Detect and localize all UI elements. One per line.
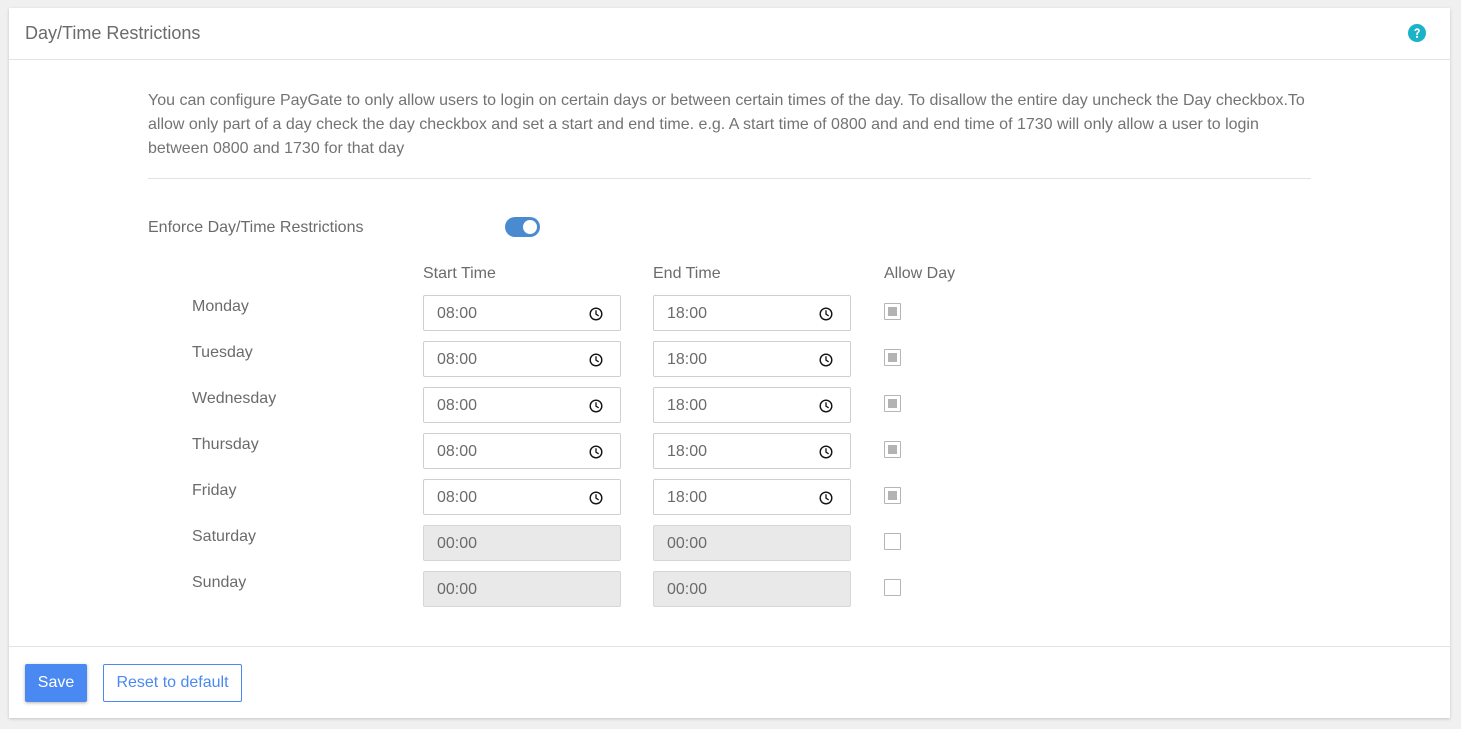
allow-day-checkbox-friday[interactable] <box>884 487 901 504</box>
end-time-value: 18:00 <box>667 443 708 460</box>
save-button[interactable]: Save <box>25 664 87 702</box>
end-time-input-sunday: 00:00 <box>653 571 851 607</box>
end-time-value: 00:00 <box>667 535 708 552</box>
start-time-value: 00:00 <box>437 535 478 552</box>
start-time-input-wednesday[interactable]: 08:00 <box>423 387 621 423</box>
end-time-value: 00:00 <box>667 581 708 598</box>
day-time-restrictions-panel: Day/Time Restrictions You can configure … <box>9 8 1450 718</box>
start-time-input-friday[interactable]: 08:00 <box>423 479 621 515</box>
day-label-saturday: Saturday <box>192 528 257 545</box>
start-time-value: 00:00 <box>437 581 478 598</box>
allow-day-checkbox-saturday[interactable] <box>884 533 901 550</box>
start-time-value: 08:00 <box>437 397 478 414</box>
enforce-toggle[interactable] <box>505 217 540 237</box>
end-time-value: 18:00 <box>667 397 708 414</box>
day-label-sunday: Sunday <box>192 574 247 591</box>
start-time-input-thursday[interactable]: 08:00 <box>423 433 621 469</box>
day-label-friday: Friday <box>192 482 237 499</box>
allow-day-checkbox-wednesday[interactable] <box>884 395 901 412</box>
day-label-thursday: Thursday <box>192 436 259 453</box>
panel-title: Day/Time Restrictions <box>25 23 201 43</box>
toggle-knob <box>523 220 537 234</box>
start-time-input-tuesday[interactable]: 08:00 <box>423 341 621 377</box>
clock-icon[interactable] <box>589 307 603 321</box>
end-time-value: 18:00 <box>667 489 708 506</box>
panel-header: Day/Time Restrictions <box>9 8 1450 60</box>
day-label-monday: Monday <box>192 298 249 315</box>
clock-icon[interactable] <box>819 353 833 367</box>
day-label-wednesday: Wednesday <box>192 390 277 407</box>
start-time-value: 08:00 <box>437 489 478 506</box>
start-time-value: 08:00 <box>437 305 478 322</box>
allow-day-checkbox-thursday[interactable] <box>884 441 901 458</box>
clock-icon[interactable] <box>819 307 833 321</box>
end-time-input-thursday[interactable]: 18:00 <box>653 433 851 469</box>
clock-icon[interactable] <box>589 491 603 505</box>
clock-icon[interactable] <box>589 353 603 367</box>
clock-icon[interactable] <box>819 491 833 505</box>
allow-day-header: Allow Day <box>884 265 956 282</box>
end-time-input-tuesday[interactable]: 18:00 <box>653 341 851 377</box>
end-time-input-saturday: 00:00 <box>653 525 851 561</box>
day-label-tuesday: Tuesday <box>192 344 253 361</box>
end-time-header: End Time <box>653 265 721 282</box>
clock-icon[interactable] <box>589 445 603 459</box>
end-time-value: 18:00 <box>667 351 708 368</box>
start-time-header: Start Time <box>423 265 496 282</box>
end-time-input-wednesday[interactable]: 18:00 <box>653 387 851 423</box>
clock-icon[interactable] <box>819 399 833 413</box>
start-time-value: 08:00 <box>437 443 478 460</box>
end-time-value: 18:00 <box>667 305 708 322</box>
allow-day-checkbox-sunday[interactable] <box>884 579 901 596</box>
clock-icon[interactable] <box>589 399 603 413</box>
start-time-input-saturday: 00:00 <box>423 525 621 561</box>
help-circle-icon[interactable] <box>1408 24 1426 42</box>
allow-day-checkbox-monday[interactable] <box>884 303 901 320</box>
description-text: You can configure PayGate to only allow … <box>148 92 1305 157</box>
enforce-label: Enforce Day/Time Restrictions <box>148 219 364 236</box>
reset-to-default-button[interactable]: Reset to default <box>103 664 242 702</box>
start-time-input-monday[interactable]: 08:00 <box>423 295 621 331</box>
clock-icon[interactable] <box>819 445 833 459</box>
footer-divider <box>9 646 1450 647</box>
divider <box>148 178 1311 179</box>
end-time-input-friday[interactable]: 18:00 <box>653 479 851 515</box>
start-time-input-sunday: 00:00 <box>423 571 621 607</box>
end-time-input-monday[interactable]: 18:00 <box>653 295 851 331</box>
start-time-value: 08:00 <box>437 351 478 368</box>
allow-day-checkbox-tuesday[interactable] <box>884 349 901 366</box>
